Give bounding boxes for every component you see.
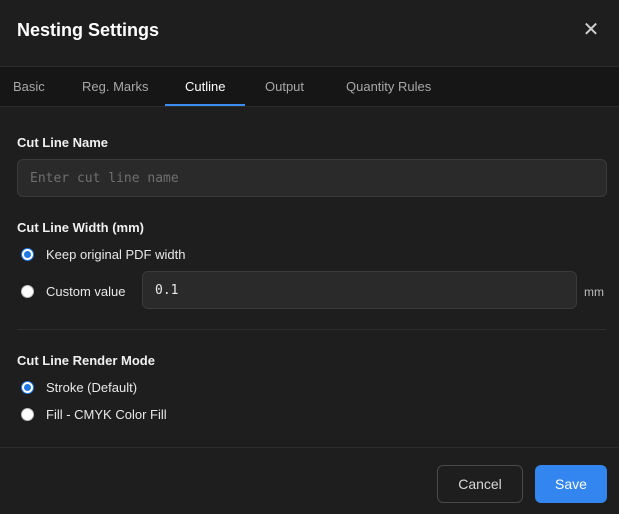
- render-option-fill-label: Fill - CMYK Color Fill: [46, 407, 167, 422]
- dialog-header: Nesting Settings ✕: [0, 0, 619, 66]
- width-option-custom-label: Custom value: [46, 284, 126, 299]
- save-button[interactable]: Save: [535, 465, 607, 503]
- section-divider: [17, 329, 606, 330]
- tab-basic[interactable]: Basic: [13, 67, 45, 107]
- tab-reg-marks[interactable]: Reg. Marks: [82, 67, 148, 107]
- radio-fill[interactable]: [21, 408, 34, 421]
- cancel-button[interactable]: Cancel: [437, 465, 523, 503]
- radio-stroke[interactable]: [21, 381, 34, 394]
- radio-custom-value[interactable]: [21, 285, 34, 298]
- cut-line-width-label: Cut Line Width (mm): [17, 220, 144, 235]
- dialog-footer: Cancel Save: [0, 447, 619, 514]
- radio-keep-original[interactable]: [21, 248, 34, 261]
- unit-label: mm: [584, 285, 604, 299]
- cut-line-name-label: Cut Line Name: [17, 135, 109, 150]
- tab-output[interactable]: Output: [265, 67, 304, 107]
- tab-quantity-rules[interactable]: Quantity Rules: [346, 67, 431, 107]
- active-tab-indicator: [165, 104, 245, 106]
- close-icon[interactable]: ✕: [580, 19, 602, 41]
- tab-bar: Basic Reg. Marks Cutline Output Quantity…: [0, 66, 619, 107]
- render-option-stroke-label: Stroke (Default): [46, 380, 138, 395]
- nesting-settings-dialog: Nesting Settings ✕ Basic Reg. Marks Cutl…: [0, 0, 619, 514]
- tab-cutline[interactable]: Cutline: [185, 67, 225, 107]
- dialog-title: Nesting Settings: [17, 20, 160, 40]
- width-option-keep-original-label: Keep original PDF width: [46, 247, 186, 262]
- render-mode-label: Cut Line Render Mode: [17, 353, 155, 368]
- cut-line-name-input[interactable]: [17, 159, 607, 197]
- custom-width-input[interactable]: [142, 271, 577, 309]
